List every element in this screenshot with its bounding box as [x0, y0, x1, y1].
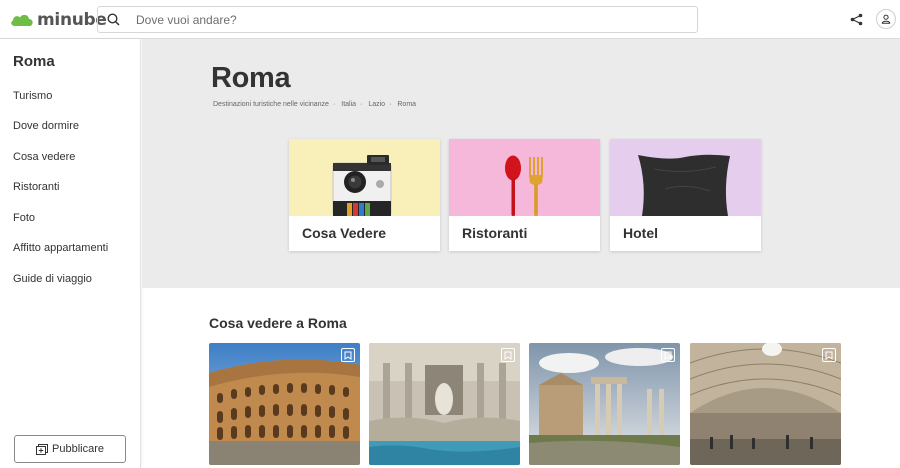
pantheon-image: [690, 343, 841, 465]
sidebar-item-guide-di-viaggio[interactable]: Guide di viaggio: [13, 273, 92, 285]
place-card-trevi-fountain[interactable]: [369, 343, 520, 465]
breadcrumb: Destinazioni turistiche nelle vicinanze ·…: [213, 101, 420, 108]
category-card-cosa-vedere[interactable]: Cosa Vedere: [289, 139, 440, 251]
share-icon[interactable]: [846, 9, 866, 29]
logo-icon: [11, 14, 33, 26]
category-label: Hotel: [623, 225, 658, 241]
breadcrumb-item[interactable]: Roma: [397, 101, 416, 108]
breadcrumb-separator: ·: [360, 101, 363, 108]
trevi-fountain-image: [369, 343, 520, 465]
breadcrumb-item[interactable]: Lazio: [368, 101, 385, 108]
bookmark-icon[interactable]: [661, 348, 675, 362]
sidebar-item-ristoranti[interactable]: Ristoranti: [13, 181, 59, 193]
sidebar-item-dove-dormire[interactable]: Dove dormire: [13, 120, 79, 132]
cutlery-image: [449, 139, 600, 216]
search-icon[interactable]: [98, 7, 128, 32]
place-card-roman-forum[interactable]: [529, 343, 680, 465]
section-title: Cosa vedere a Roma: [209, 315, 347, 331]
breadcrumb-separator: ·: [332, 101, 336, 108]
publish-label: Pubblicare: [52, 443, 104, 455]
publish-button[interactable]: Pubblicare: [14, 435, 126, 463]
category-label: Ristoranti: [462, 225, 528, 241]
add-photo-icon: [36, 443, 48, 455]
breadcrumb-separator: ·: [389, 101, 392, 108]
category-label: Cosa Vedere: [302, 225, 387, 241]
top-bar: minube: [0, 0, 900, 39]
place-card-colosseum[interactable]: [209, 343, 360, 465]
roman-forum-image: [529, 343, 680, 465]
sidebar-item-turismo[interactable]: Turismo: [13, 90, 52, 102]
sidebar-item-foto[interactable]: Foto: [13, 212, 35, 224]
page-title: Roma: [211, 62, 291, 94]
bookmark-icon[interactable]: [501, 348, 515, 362]
search-input[interactable]: [128, 8, 688, 31]
bookmark-icon[interactable]: [341, 348, 355, 362]
logo[interactable]: minube: [10, 9, 107, 31]
category-card-ristoranti[interactable]: Ristoranti: [449, 139, 600, 251]
sidebar-title: Roma: [13, 53, 55, 70]
place-card-pantheon[interactable]: [690, 343, 841, 465]
pillow-image: [610, 139, 761, 216]
colosseum-image: [209, 343, 360, 465]
breadcrumb-item[interactable]: Destinazioni turistiche nelle vicinanze: [213, 101, 329, 108]
camera-image: [289, 139, 440, 216]
destination-header: Roma Destinazioni turistiche nelle vicin…: [142, 39, 900, 288]
search-bar[interactable]: [97, 6, 698, 33]
category-card-hotel[interactable]: Hotel: [610, 139, 761, 251]
bookmark-icon[interactable]: [822, 348, 836, 362]
breadcrumb-item[interactable]: Italia: [341, 101, 356, 108]
user-icon[interactable]: [876, 9, 896, 29]
sidebar-item-affitto-appartamenti[interactable]: Affitto appartamenti: [13, 242, 108, 254]
sidebar-item-cosa-vedere[interactable]: Cosa vedere: [13, 151, 75, 163]
sidebar: Roma Turismo Dove dormire Cosa vedere Ri…: [0, 39, 141, 468]
